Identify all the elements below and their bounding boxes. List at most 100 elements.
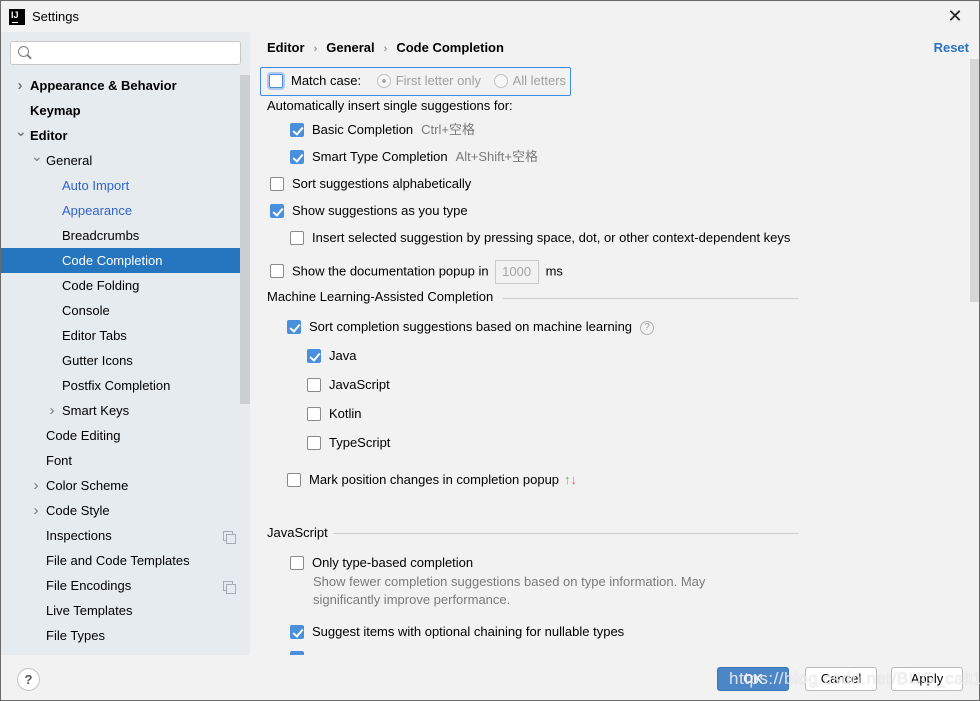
type-based-checkbox[interactable] — [290, 555, 304, 570]
sidebar-item-label: Code Style — [46, 503, 110, 518]
type-based-row: Only type-based completion — [290, 554, 473, 572]
mark-changes-checkbox[interactable] — [287, 472, 301, 487]
radio-all-letters[interactable] — [493, 73, 508, 88]
sidebar-item-live-templates[interactable]: Live Templates — [1, 598, 250, 623]
ml-javascript-checkbox[interactable] — [307, 377, 321, 392]
ml-kotlin-checkbox[interactable] — [307, 406, 321, 421]
apply-button[interactable]: Apply — [891, 667, 963, 691]
js-section-divider — [333, 533, 799, 534]
intellij-app-icon: IJ — [9, 9, 25, 25]
sidebar-item-label: Code Completion — [62, 253, 163, 268]
sidebar-item-label: Console — [62, 303, 110, 318]
sidebar-item-code-folding[interactable]: Code Folding — [1, 273, 250, 298]
sidebar-item-postfix-completion[interactable]: Postfix Completion — [1, 373, 250, 398]
cancel-button[interactable]: Cancel — [805, 667, 877, 691]
sidebar-item-inspections[interactable]: Inspections — [1, 523, 250, 548]
sidebar-item-label: File Types — [46, 628, 106, 643]
smart-completion-label: Smart Type Completion — [312, 149, 448, 164]
optional-chaining-row: Suggest items with optional chaining for… — [290, 623, 624, 641]
type-based-label: Only type-based completion — [312, 555, 474, 570]
sidebar-item-gutter-icons[interactable]: Gutter Icons — [1, 348, 250, 373]
match-case-row: Match case: First letter only All letter… — [269, 72, 566, 90]
smart-completion-shortcut: Alt+Shift+空格 — [455, 149, 538, 164]
basic-completion-checkbox[interactable] — [290, 122, 304, 137]
sidebar-item-label: Keymap — [30, 103, 81, 118]
sidebar-item-label: Auto Import — [62, 178, 130, 193]
sidebar-item-general[interactable]: ⌄ General — [1, 148, 250, 173]
ml-section-divider — [503, 298, 799, 299]
sidebar-item-keymap[interactable]: Keymap — [1, 98, 250, 123]
close-button[interactable]: ✕ — [945, 7, 965, 27]
smart-completion-checkbox[interactable] — [290, 149, 304, 164]
breadcrumb-code-completion: Code Completion — [396, 40, 504, 55]
sort-ml-label: Sort completion suggestions based on mac… — [309, 319, 633, 334]
sidebar-scrollbar[interactable] — [240, 75, 250, 404]
sidebar-item-label: Smart Keys — [62, 403, 130, 418]
match-case-checkbox[interactable] — [269, 73, 283, 88]
sidebar-item-file-types[interactable]: File Types — [1, 623, 250, 648]
doc-popup-unit: ms — [545, 263, 563, 279]
settings-sidebar: › Appearance & Behavior Keymap ⌄ Editor ⌄ Gene… — [1, 32, 250, 655]
content-scrollbar[interactable] — [970, 59, 979, 302]
doc-popup-label: Show the documentation popup in — [292, 263, 489, 279]
doc-popup-checkbox[interactable] — [270, 264, 284, 278]
sidebar-item-font[interactable]: Font — [1, 448, 250, 473]
sidebar-item-auto-import[interactable]: Auto Import — [1, 173, 250, 198]
breadcrumb-separator-icon: › — [313, 43, 318, 55]
chevron-right-icon[interactable]: › — [31, 498, 41, 523]
chevron-right-icon[interactable]: › — [31, 473, 41, 498]
settings-tree: › Appearance & Behavior Keymap ⌄ Editor ⌄ Gene… — [1, 73, 250, 648]
settings-search-input[interactable] — [10, 41, 241, 65]
sort-alpha-checkbox[interactable] — [270, 176, 284, 191]
breadcrumb-general[interactable]: General — [326, 40, 374, 55]
search-icon — [18, 46, 29, 57]
sidebar-item-appearance-behavior[interactable]: › Appearance & Behavior — [1, 73, 250, 98]
chevron-down-icon[interactable]: ⌄ — [31, 144, 43, 169]
sidebar-item-label: General — [46, 153, 93, 168]
breadcrumb: Editor › General › Code Completion — [267, 40, 504, 55]
doc-popup-delay-input[interactable]: 1000 — [494, 260, 539, 284]
sidebar-item-label: Live Templates — [46, 603, 133, 618]
help-question-icon[interactable]: ? — [640, 320, 655, 335]
sidebar-item-code-style[interactable]: › Code Style — [1, 498, 250, 523]
sidebar-item-code-completion[interactable]: Code Completion — [1, 248, 250, 273]
sidebar-item-file-encodings[interactable]: File Encodings — [1, 573, 250, 598]
ml-typescript-checkbox[interactable] — [307, 435, 321, 450]
sidebar-item-label: Appearance — [62, 203, 133, 218]
sidebar-item-appearance[interactable]: Appearance — [1, 198, 250, 223]
ok-button[interactable]: OK — [717, 667, 789, 691]
sidebar-item-label: Inspections — [46, 528, 112, 543]
ml-kotlin-row: Kotlin — [307, 405, 362, 423]
help-button[interactable]: ? — [17, 668, 40, 691]
breadcrumb-separator-icon: › — [383, 43, 388, 55]
ml-java-row: Java — [307, 347, 356, 365]
sort-ml-checkbox[interactable] — [287, 319, 301, 334]
sidebar-item-editor-tabs[interactable]: Editor Tabs — [1, 323, 250, 348]
sidebar-item-color-scheme[interactable]: › Color Scheme — [1, 473, 250, 498]
sidebar-item-console[interactable]: Console — [1, 298, 250, 323]
sidebar-item-label: File and Code Templates — [46, 553, 190, 568]
radio-first-letter-only-label: First letter only — [395, 73, 481, 88]
mark-changes-row: Mark position changes in completion popu… — [287, 471, 577, 489]
breadcrumb-editor[interactable]: Editor — [267, 40, 305, 55]
sidebar-item-smart-keys[interactable]: › Smart Keys — [1, 398, 250, 423]
js-section-title: JavaScript — [267, 525, 328, 540]
partial-option-checkbox[interactable] — [290, 650, 304, 655]
sidebar-item-code-editing[interactable]: Code Editing — [1, 423, 250, 448]
sidebar-item-breadcrumbs[interactable]: Breadcrumbs — [1, 223, 250, 248]
basic-completion-row: Basic Completion Ctrl+空格 — [290, 121, 475, 139]
sidebar-item-file-and-code-templates[interactable]: File and Code Templates — [1, 548, 250, 573]
reset-link[interactable]: Reset — [934, 40, 969, 55]
radio-first-letter-only[interactable] — [376, 73, 391, 88]
ml-typescript-row: TypeScript — [307, 434, 390, 452]
optional-chaining-checkbox[interactable] — [290, 624, 304, 639]
show-as-type-checkbox[interactable] — [270, 203, 284, 218]
chevron-right-icon[interactable]: › — [15, 73, 25, 98]
ml-java-checkbox[interactable] — [307, 348, 321, 363]
insert-selected-checkbox[interactable] — [290, 230, 304, 245]
chevron-right-icon[interactable]: › — [47, 398, 57, 423]
sidebar-item-label: Color Scheme — [46, 478, 129, 493]
sidebar-item-label: Appearance & Behavior — [30, 78, 177, 93]
sidebar-item-label: Editor Tabs — [62, 328, 127, 343]
chevron-down-icon[interactable]: ⌄ — [15, 119, 27, 144]
